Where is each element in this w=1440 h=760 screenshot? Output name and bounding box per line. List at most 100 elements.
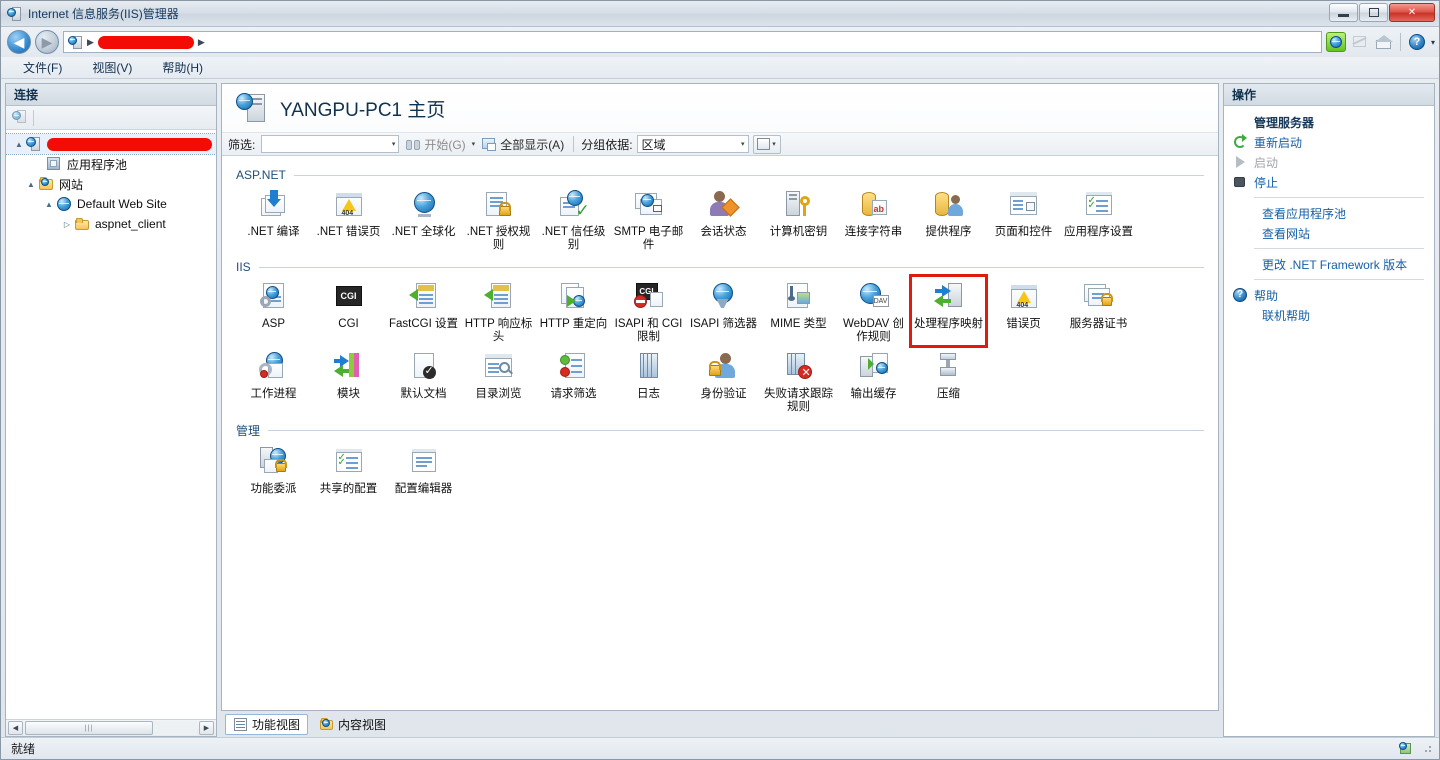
scroll-thumb[interactable]: ||| bbox=[25, 721, 153, 735]
action-group-manage-server: 管理服务器 bbox=[1254, 115, 1315, 130]
sidebar-horizontal-scrollbar[interactable]: ◀ ||| ▶ bbox=[6, 719, 216, 736]
refresh-icon[interactable] bbox=[1325, 32, 1346, 52]
expander-icon[interactable]: ▷ bbox=[60, 220, 74, 229]
request-filtering-icon bbox=[557, 350, 591, 384]
view-mode-button[interactable]: ▾ bbox=[752, 134, 781, 154]
back-button[interactable]: ◀ bbox=[7, 30, 31, 54]
action-view-application-pools[interactable]: 查看应用程序池 bbox=[1224, 203, 1434, 223]
group-title: ASP.NET bbox=[236, 168, 286, 182]
help-dropdown-caret[interactable]: ▾ bbox=[1431, 38, 1435, 47]
feature-output-caching[interactable]: 输出缓存 bbox=[836, 346, 911, 416]
features-view-box: YANGPU-PC1 主页 筛选: ▾ 开始(G) ▾ 全部显示(A) 分组依据… bbox=[221, 83, 1219, 711]
providers-icon bbox=[932, 188, 966, 222]
feature-error-pages[interactable]: 404 错误页 bbox=[986, 276, 1061, 346]
tree-node-app-pools[interactable]: 应用程序池 bbox=[6, 154, 216, 174]
menu-view[interactable]: 视图(V) bbox=[88, 57, 136, 78]
feature-server-certificates[interactable]: 服务器证书 bbox=[1061, 276, 1136, 346]
tree-node-server[interactable]: ▲ bbox=[6, 133, 216, 155]
feature-modules[interactable]: 模块 bbox=[311, 346, 386, 416]
feature-isapi-filters[interactable]: ISAPI 筛选器 bbox=[686, 276, 761, 346]
feature-application-settings[interactable]: ✓ ✓ 应用程序设置 bbox=[1061, 184, 1136, 254]
tab-features-view[interactable]: 功能视图 bbox=[225, 713, 309, 735]
group-by-label: 分组依据: bbox=[581, 137, 633, 152]
menu-file[interactable]: 文件(F) bbox=[19, 57, 66, 78]
feature-label: MIME 类型 bbox=[770, 318, 827, 330]
feature-asp[interactable]: ASP bbox=[236, 276, 311, 346]
feature-fastcgi-settings[interactable]: FastCGI 设置 bbox=[386, 276, 461, 346]
chevron-down-icon[interactable]: ▾ bbox=[741, 140, 745, 148]
scroll-right-button[interactable]: ▶ bbox=[199, 721, 214, 735]
action-restart[interactable]: 重新启动 bbox=[1224, 132, 1434, 152]
expander-icon[interactable]: ▲ bbox=[24, 180, 38, 189]
home-icon[interactable] bbox=[1374, 32, 1394, 52]
action-change-dotnet-framework-version[interactable]: 更改 .NET Framework 版本 bbox=[1224, 254, 1434, 274]
feature-http-response-headers[interactable]: HTTP 响应标头 bbox=[461, 276, 536, 346]
feature-label: 请求筛选 bbox=[550, 388, 597, 400]
toolbar-separator bbox=[33, 109, 34, 126]
feature-net-globalization[interactable]: .NET 全球化 bbox=[386, 184, 461, 254]
action-stop[interactable]: 停止 bbox=[1224, 172, 1434, 192]
feature-smtp-email[interactable]: SMTP 电子邮件 bbox=[611, 184, 686, 254]
feature-webdav-authoring-rules[interactable]: DAV WebDAV 创作规则 bbox=[836, 276, 911, 346]
breadcrumb[interactable]: ▶ ▶ bbox=[63, 31, 1322, 53]
feature-compression[interactable]: 压缩 bbox=[911, 346, 986, 416]
feature-cgi[interactable]: CGI CGI bbox=[311, 276, 386, 346]
forward-button[interactable]: ▶ bbox=[35, 30, 59, 54]
filter-start-button[interactable]: 开始(G) bbox=[403, 136, 467, 153]
close-button[interactable]: ✕ bbox=[1389, 3, 1435, 22]
feature-authentication[interactable]: 身份验证 bbox=[686, 346, 761, 416]
menu-help[interactable]: 帮助(H) bbox=[158, 57, 207, 78]
feature-pages-and-controls[interactable]: 页面和控件 bbox=[986, 184, 1061, 254]
feature-net-trust-levels[interactable]: ✓ .NET 信任级别 bbox=[536, 184, 611, 254]
feature-logging[interactable]: 日志 bbox=[611, 346, 686, 416]
mime-types-icon bbox=[782, 280, 816, 314]
tree-node-default-web-site[interactable]: ▲ Default Web Site bbox=[6, 194, 216, 214]
action-view-sites[interactable]: 查看网站 bbox=[1224, 223, 1434, 243]
tab-content-view[interactable]: 内容视图 bbox=[312, 714, 393, 735]
feature-request-filtering[interactable]: 请求筛选 bbox=[536, 346, 611, 416]
feature-session-state[interactable]: 会话状态 bbox=[686, 184, 761, 254]
show-all-label: 全部显示(A) bbox=[500, 137, 565, 152]
feature-directory-browsing[interactable]: 目录浏览 bbox=[461, 346, 536, 416]
feature-worker-processes[interactable]: 工作进程 bbox=[236, 346, 311, 416]
feature-machine-key[interactable]: 计算机密钥 bbox=[761, 184, 836, 254]
feature-connection-strings[interactable]: ab 连接字符串 bbox=[836, 184, 911, 254]
action-label: 查看网站 bbox=[1262, 226, 1311, 241]
feature-http-redirect[interactable]: HTTP 重定向 bbox=[536, 276, 611, 346]
action-start[interactable]: 启动 bbox=[1224, 152, 1434, 172]
feature-default-document[interactable]: ✓ 默认文档 bbox=[386, 346, 461, 416]
connect-to-server-icon[interactable] bbox=[12, 110, 27, 125]
maximize-button[interactable] bbox=[1359, 3, 1388, 22]
feature-handler-mappings[interactable]: 处理程序映射 bbox=[909, 274, 988, 348]
minimize-button[interactable] bbox=[1329, 3, 1358, 22]
show-all-button[interactable]: 全部显示(A) bbox=[479, 136, 566, 153]
group-by-select[interactable]: 区域 ▾ bbox=[636, 135, 749, 153]
filter-input[interactable]: ▾ bbox=[261, 135, 400, 153]
stop-icon[interactable] bbox=[1350, 32, 1370, 52]
chevron-down-icon[interactable]: ▾ bbox=[392, 140, 396, 148]
scroll-track[interactable]: ||| bbox=[25, 721, 197, 735]
action-online-help[interactable]: 联机帮助 bbox=[1224, 305, 1434, 325]
feature-isapi-cgi-restrictions[interactable]: CGI ISAPI 和 CGI 限制 bbox=[611, 276, 686, 346]
view-mode-caret[interactable]: ▾ bbox=[772, 140, 776, 148]
feature-net-authorization-rules[interactable]: .NET 授权规则 bbox=[461, 184, 536, 254]
resize-grip[interactable] bbox=[1421, 742, 1435, 756]
feature-feature-delegation[interactable]: 功能委派 bbox=[236, 441, 311, 498]
feature-failed-request-tracing-rules[interactable]: ✕ 失败请求跟踪规则 bbox=[761, 346, 836, 416]
feature-shared-configuration[interactable]: ✓ ✓ 共享的配置 bbox=[311, 441, 386, 498]
scroll-left-button[interactable]: ◀ bbox=[8, 721, 23, 735]
minimize-icon bbox=[1338, 14, 1349, 17]
feature-net-compile[interactable]: .NET 编译 bbox=[236, 184, 311, 254]
feature-net-error-pages[interactable]: 404 .NET 错误页 bbox=[311, 184, 386, 254]
feature-providers[interactable]: 提供程序 bbox=[911, 184, 986, 254]
action-help[interactable]: ? 帮助 bbox=[1224, 285, 1434, 305]
feature-mime-types[interactable]: MIME 类型 bbox=[761, 276, 836, 346]
tree-node-aspnet-client[interactable]: ▷ aspnet_client bbox=[6, 214, 216, 234]
expander-icon[interactable]: ▲ bbox=[12, 140, 26, 149]
help-icon[interactable]: ? bbox=[1407, 32, 1427, 52]
feature-configuration-editor[interactable]: 配置编辑器 bbox=[386, 441, 461, 498]
connection-strings-icon: ab bbox=[857, 188, 891, 222]
start-dropdown-caret[interactable]: ▾ bbox=[472, 140, 476, 148]
tree-node-sites[interactable]: ▲ 网站 bbox=[6, 174, 216, 194]
expander-icon[interactable]: ▲ bbox=[42, 200, 56, 209]
